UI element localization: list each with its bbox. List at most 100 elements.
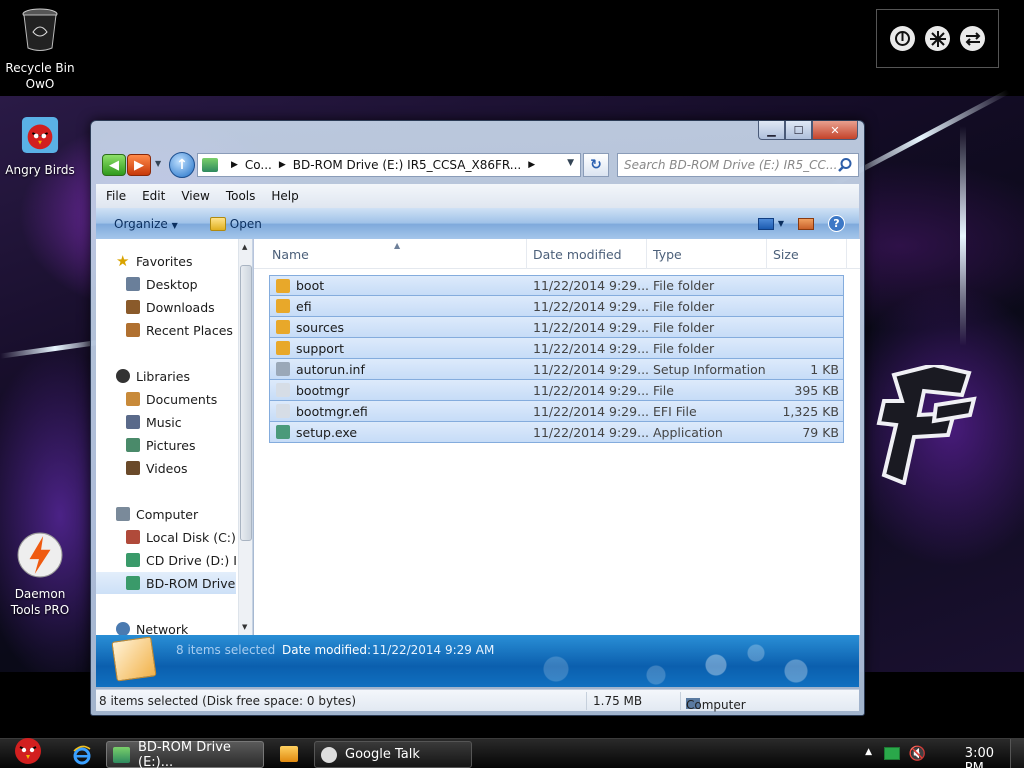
view-icon xyxy=(757,217,774,230)
nav-cd-drive[interactable]: CD Drive (D:) IR xyxy=(126,550,246,570)
folder-icon xyxy=(276,278,290,293)
file-row[interactable]: setup.exe 11/22/2014 9:29... Application 79… xyxy=(269,422,844,443)
organize-button[interactable]: Organize ▼ xyxy=(114,217,178,231)
clock[interactable]: 3:00 PM xyxy=(965,746,994,768)
internet-explorer-icon[interactable] xyxy=(72,745,92,765)
nav-computer[interactable]: Computer xyxy=(116,504,198,524)
help-button[interactable]: ? xyxy=(828,215,845,232)
file-row[interactable]: sources 11/22/2014 9:29... File folder xyxy=(269,317,844,338)
switch-user-button[interactable] xyxy=(960,26,985,51)
nav-scrollbar[interactable]: ▲ ▼ xyxy=(238,239,252,635)
nav-libraries[interactable]: Libraries xyxy=(116,366,190,386)
file-name-cell: bootmgr.efi xyxy=(276,404,368,419)
nav-videos[interactable]: Videos xyxy=(126,458,188,478)
search-placeholder: Search BD-ROM Drive (E:) IR5_CC... xyxy=(624,158,838,172)
preview-pane-button[interactable] xyxy=(798,217,814,230)
desktop-icon-recycle-bin[interactable]: Recycle Bin OwO xyxy=(0,8,80,92)
col-date[interactable]: Date modified xyxy=(533,247,622,262)
network-icon xyxy=(116,622,130,635)
nav-bd-rom-drive[interactable]: BD-ROM Drive xyxy=(96,572,236,594)
refresh-icon: ↻ xyxy=(590,157,602,173)
file-row[interactable]: bootmgr 11/22/2014 9:29... File 395 KB xyxy=(269,380,844,401)
scroll-up-icon[interactable]: ▲ xyxy=(242,243,247,251)
media-player-icon[interactable] xyxy=(280,746,298,762)
open-folder-icon xyxy=(209,216,226,231)
recent-places-icon xyxy=(126,323,140,337)
file-name-cell: boot xyxy=(276,278,324,293)
back-button[interactable]: ◀ xyxy=(102,154,126,176)
menu-help[interactable]: Help xyxy=(271,189,298,203)
speaker-muted-icon[interactable]: 🔇 xyxy=(909,746,926,762)
menu-view[interactable]: View xyxy=(181,189,209,203)
minimize-button[interactable]: ▁ xyxy=(758,121,785,140)
file-name: setup.exe xyxy=(296,424,358,440)
music-icon xyxy=(126,415,140,429)
nav-recent-places[interactable]: Recent Places xyxy=(126,320,233,340)
refresh-button[interactable]: ↻ xyxy=(583,153,609,177)
recycle-bin-icon xyxy=(22,8,58,51)
address-history-dropdown[interactable]: ▼ xyxy=(567,158,574,168)
open-button[interactable]: Open xyxy=(230,217,262,231)
shutdown-gadget xyxy=(876,9,999,68)
nav-network[interactable]: Network xyxy=(116,619,188,635)
nav-local-disk[interactable]: Local Disk (C:) xyxy=(126,527,236,547)
nav-favorites[interactable]: ★ Favorites xyxy=(116,251,192,271)
forward-button[interactable]: ▶ xyxy=(127,154,151,176)
file-date: 11/22/2014 9:29... xyxy=(533,278,650,293)
network-status-icon[interactable] xyxy=(884,747,900,760)
search-input[interactable]: Search BD-ROM Drive (E:) IR5_CC... xyxy=(617,153,859,177)
nav-pictures[interactable]: Pictures xyxy=(126,435,196,455)
maximize-button[interactable]: ☐ xyxy=(785,121,812,140)
nav-label: Local Disk (C:) xyxy=(146,529,236,545)
hard-disk-icon xyxy=(126,530,140,544)
search-icon[interactable] xyxy=(837,157,853,173)
file-row[interactable]: support 11/22/2014 9:29... File folder xyxy=(269,338,844,359)
change-view-button[interactable]: ▼ xyxy=(757,217,784,230)
desktop-icon-daemon-tools[interactable]: Daemon Tools PRO xyxy=(0,532,80,618)
nav-label: Videos xyxy=(146,460,188,476)
wallpaper-logo xyxy=(876,365,977,485)
angry-birds-icon xyxy=(21,116,59,154)
breadcrumb-separator-icon[interactable]: ▶ xyxy=(231,160,238,170)
explorer-window[interactable]: ▁ ☐ ✕ ◀ ▶ ▼ ↑ ▶ Co... ▶ BD-ROM Drive (E:… xyxy=(90,120,865,716)
close-button[interactable]: ✕ xyxy=(812,121,858,140)
up-button[interactable]: ↑ xyxy=(169,152,195,178)
file-type: File folder xyxy=(653,278,715,293)
nav-label: Downloads xyxy=(146,299,215,315)
nav-music[interactable]: Music xyxy=(126,412,182,432)
scroll-down-icon[interactable]: ▼ xyxy=(242,623,247,631)
sleep-button[interactable] xyxy=(925,26,950,51)
recent-pages-dropdown[interactable]: ▼ xyxy=(155,159,161,168)
menu-file[interactable]: File xyxy=(106,189,126,203)
file-row[interactable]: bootmgr.efi 11/22/2014 9:29... EFI File 1,3… xyxy=(269,401,844,422)
taskbar-explorer-button[interactable]: BD-ROM Drive (E:)... xyxy=(106,740,264,768)
file-name-cell: autorun.inf xyxy=(276,362,365,377)
col-type[interactable]: Type xyxy=(653,247,682,262)
col-size[interactable]: Size xyxy=(773,247,799,262)
desktop-icon-label: Recycle Bin xyxy=(5,61,75,75)
start-button[interactable] xyxy=(10,731,46,767)
file-row[interactable]: boot 11/22/2014 9:29... File folder xyxy=(269,275,844,296)
breadcrumb-drive[interactable]: BD-ROM Drive (E:) IR5_CCSA_X86FR... xyxy=(293,158,521,172)
col-name[interactable]: Name xyxy=(272,247,309,262)
chevron-down-icon: ▼ xyxy=(777,219,784,228)
file-row[interactable]: efi 11/22/2014 9:29... File folder xyxy=(269,296,844,317)
show-desktop-button[interactable] xyxy=(1010,739,1024,768)
breadcrumb-separator-icon[interactable]: ▶ xyxy=(279,160,286,170)
desktop-icon-angry-birds[interactable]: Angry Birds xyxy=(0,116,80,178)
nav-documents[interactable]: Documents xyxy=(126,389,217,409)
multiple-files-icon xyxy=(111,636,157,682)
file-date: 11/22/2014 9:29... xyxy=(533,298,650,314)
menu-edit[interactable]: Edit xyxy=(142,189,165,203)
address-bar[interactable]: ▶ Co... ▶ BD-ROM Drive (E:) IR5_CCSA_X86… xyxy=(197,153,581,177)
taskbar-google-talk-button[interactable]: Google Talk xyxy=(314,741,472,768)
power-button[interactable] xyxy=(890,26,915,51)
show-hidden-icons-button[interactable]: ▲ xyxy=(865,747,872,757)
scrollbar-thumb[interactable] xyxy=(240,265,252,541)
breadcrumb-separator-icon[interactable]: ▶ xyxy=(528,160,535,170)
menu-tools[interactable]: Tools xyxy=(226,189,256,203)
nav-downloads[interactable]: Downloads xyxy=(126,297,215,317)
file-row[interactable]: autorun.inf 11/22/2014 9:29... Setup Infor… xyxy=(269,359,844,380)
nav-desktop[interactable]: Desktop xyxy=(126,274,198,294)
breadcrumb-computer[interactable]: Co... xyxy=(245,158,272,172)
